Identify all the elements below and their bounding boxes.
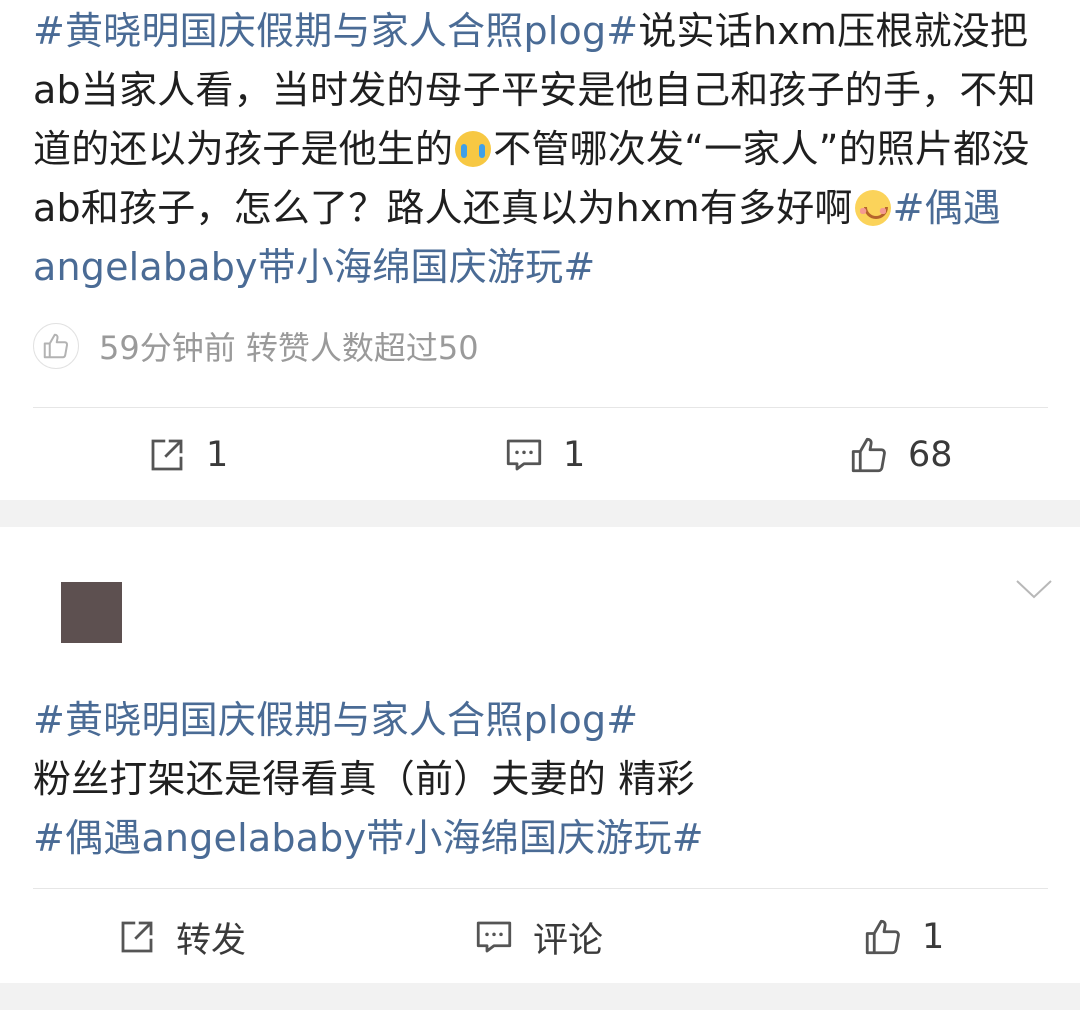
post-body-text: 粉丝打架还是得看真（前）夫妻的 精彩 [33,757,695,801]
like-circle-button[interactable] [33,323,79,369]
thumbs-up-icon [43,333,69,359]
post-text: #黄晓明国庆假期与家人合照plog# 粉丝打架还是得看真（前）夫妻的 精彩 #偶… [33,691,1053,868]
like-count: 1 [922,917,945,957]
repost-label: 转发 [176,920,247,961]
post-card-1: #黄晓明国庆假期与家人合照plog#说实话hxm压根就没把ab当家人看，当时发的… [0,0,1080,500]
comment-icon [506,439,542,471]
comment-count: 1 [563,435,586,475]
repost-count: 1 [206,435,229,475]
share-icon [121,921,153,953]
like-button[interactable]: 68 [848,425,953,485]
crying-face-emoji-icon [455,131,492,167]
post-card-2: #黄晓明国庆假期与家人合照plog# 粉丝打架还是得看真（前）夫妻的 精彩 #偶… [0,527,1080,983]
avatar[interactable] [61,582,122,643]
thumbs-up-icon [865,919,900,955]
like-button[interactable]: 1 [862,907,944,967]
action-bar: 转发 评论 1 [0,907,1080,967]
action-bar: 1 1 68 [0,425,1080,485]
like-count: 68 [908,435,953,475]
comment-button[interactable]: 1 [503,425,585,485]
topic-link[interactable]: #黄晓明国庆假期与家人合照plog# [33,9,638,53]
post-meta: 59分钟前 转赞人数超过50 [33,318,479,374]
comment-label: 评论 [533,920,604,961]
repost-button[interactable]: 1 [146,425,228,485]
divider [33,888,1048,889]
thumbs-up-icon [851,437,886,473]
chevron-down-icon[interactable] [1013,575,1055,603]
share-icon [151,439,183,471]
smiling-face-emoji-icon [854,190,891,226]
topic-link[interactable]: #黄晓明国庆假期与家人合照plog# [33,691,1053,750]
topic-link[interactable]: #偶遇angelababy带小海绵国庆游玩# [33,809,1053,868]
post-meta-text: 59分钟前 转赞人数超过50 [99,329,479,367]
post-text: #黄晓明国庆假期与家人合照plog#说实话hxm压根就没把ab当家人看，当时发的… [33,2,1053,297]
repost-button[interactable]: 转发 [116,907,246,967]
comment-button[interactable]: 评论 [473,907,603,967]
divider [33,407,1048,408]
comment-icon [476,921,512,953]
